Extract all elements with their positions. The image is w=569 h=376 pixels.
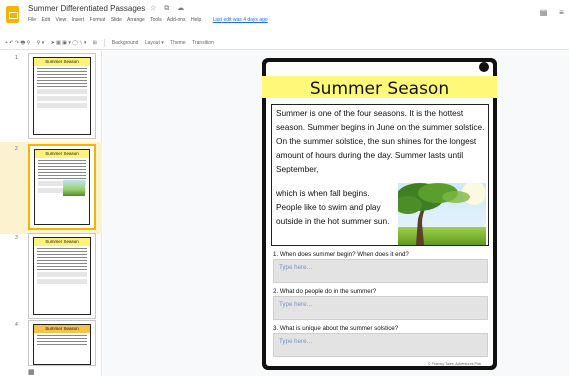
thumbnail-frame: Summer Season [33,57,91,135]
thumbnail-text-lines [37,248,87,270]
undo-redo-print-icons[interactable]: + ↶ ↷ 🖶 ⚲ [5,36,30,50]
slide-number: 2 [15,146,18,152]
transition-button[interactable]: Transition [192,36,214,50]
menu-help[interactable]: Help [191,17,201,23]
answer-field-1[interactable]: Type here… [273,259,488,283]
toolbar: + ↶ ↷ 🖶 ⚲ ⚲ ▾ ➤ ▦ ▣ ▾ ◯ ∖ ▾ ⊞ Background… [0,36,569,50]
thumbnail-answer-box [37,279,87,284]
thumbnail-answer-box [37,103,87,108]
thumbnail-title: Summer Season [34,325,90,333]
thumbnail-text-lines [37,68,87,87]
slide-number: 3 [15,235,18,241]
grid-view-icon[interactable]: ▦ [28,369,35,376]
thumbnail-frame: Summer Season [33,237,91,315]
menu-format[interactable]: Format [90,17,106,23]
title-bar: Summer Differentiated Passages ☆ ⧉ ☁ Fil… [0,0,569,36]
document-title[interactable]: Summer Differentiated Passages [28,4,145,13]
slide-thumbnail-1[interactable]: Summer Season [28,53,96,139]
comments-icon[interactable]: ▤ [538,8,549,17]
slide-number: 4 [15,322,18,328]
view-toggle: ▦ ▤ [28,368,101,376]
slide-thumbnail-4[interactable]: Summer Season [28,320,96,366]
menu-view[interactable]: View [55,17,66,23]
comment-icon[interactable]: ⊞ [93,36,97,50]
thumbnail-title: Summer Season [34,58,90,66]
thumbnail-frame: Summer Season [34,149,90,225]
black-dot-decoration [479,62,489,72]
menu-arrange[interactable]: Arrange [127,17,145,23]
thumbnail-image [63,180,85,196]
menu-file[interactable]: File [28,17,36,23]
menu-tools[interactable]: Tools [150,17,162,23]
question-2-label: 2. What do people do in the summer? [273,288,377,295]
last-edit-link[interactable]: Last edit was 4 days ago [213,17,268,23]
layout-button[interactable]: Layout ▾ [145,36,164,50]
slides-app-icon[interactable] [6,6,19,23]
select-insert-shape-icons[interactable]: ➤ ▦ ▣ ▾ ◯ ∖ ▾ [51,36,87,50]
slide-title[interactable]: Summer Season [262,78,497,100]
zoom-icon[interactable]: ⚲ ▾ [37,36,45,50]
thumbnail-text-lines [37,335,87,345]
copyright-note: © Fluency Tales, Adventures Pick [428,362,482,366]
thumbnail-text-lines [38,160,86,179]
summer-tree-image[interactable] [398,183,486,245]
thumbnail-answer-box [37,272,87,277]
menu-slide[interactable]: Slide [111,17,122,23]
toolbar-divider [104,38,106,47]
passage-text[interactable]: Summer is one of the four seasons. It is… [276,106,488,176]
theme-button[interactable]: Theme [170,36,186,50]
tree-photo-svg [398,183,486,245]
slide-thumbnail-3[interactable]: Summer Season [28,233,96,319]
slide-thumbnail-2[interactable]: Summer Season [28,144,96,230]
menu-edit[interactable]: Edit [41,17,50,23]
question-1-label: 1. When does summer begin? When does it … [273,251,409,258]
present-icon[interactable]: ≡ [556,8,567,17]
star-move-cloud-icons[interactable]: ☆ ⧉ ☁ [150,4,187,13]
menu-addons[interactable]: Add-ons [167,17,186,23]
thumbnail-title: Summer Season [35,150,89,158]
thumbnail-answer-box [37,89,87,94]
slide-number: 1 [15,55,18,61]
thumbnail-answer-box [37,96,87,101]
thumbnail-title: Summer Season [34,238,90,246]
menu-bar: File Edit View Insert Format Slide Arran… [28,17,272,23]
answer-field-2[interactable]: Type here… [273,296,488,320]
thumbnail-frame: Summer Season [33,324,91,365]
menu-insert[interactable]: Insert [72,17,85,23]
slide-filmstrip[interactable]: 1 Summer Season 2 Summer Season 3 Summer… [0,50,102,376]
passage-text-continued[interactable]: which is when fall begins. People like t… [276,186,394,228]
answer-field-3[interactable]: Type here… [273,333,488,357]
question-3-label: 3. What is unique about the summer solst… [273,325,399,332]
background-button[interactable]: Background [112,36,139,50]
